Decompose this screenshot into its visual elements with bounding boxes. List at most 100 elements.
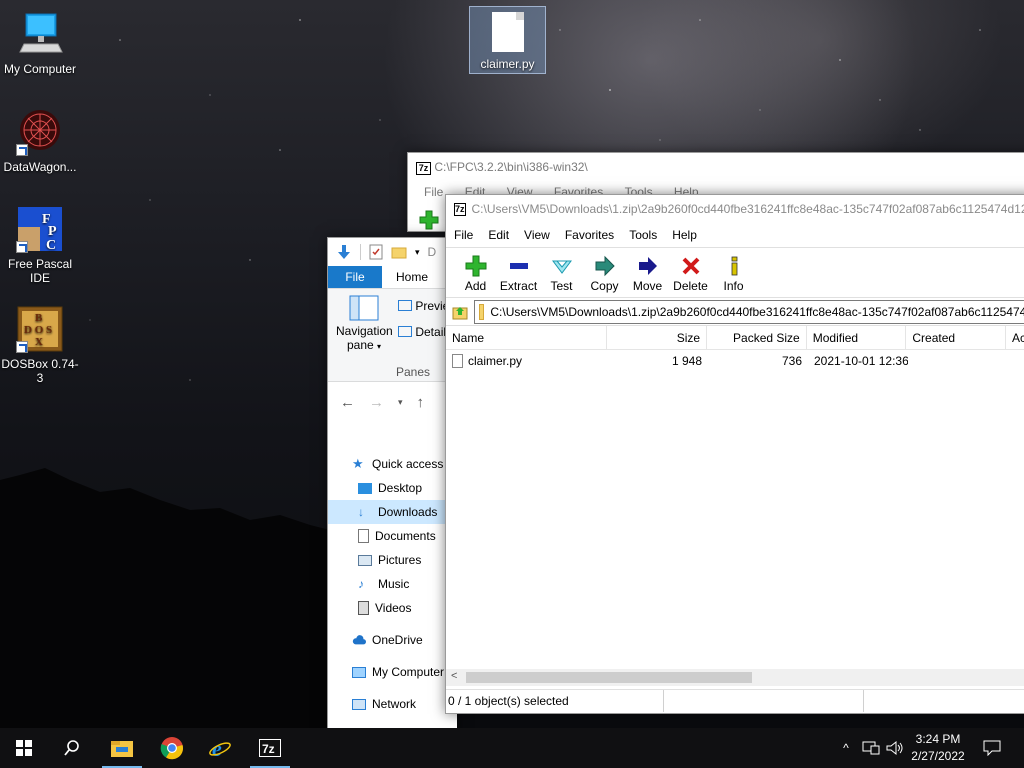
show-hidden-icons-button[interactable]: ^: [836, 728, 856, 768]
taskbar-file-explorer[interactable]: [98, 728, 146, 768]
window-title-bar[interactable]: 7z C:\FPC\3.2.2\bin\i386-win32\: [408, 153, 1024, 183]
tree-item-label: My Computer: [372, 665, 445, 679]
details-pane-button[interactable]: Detail: [398, 325, 446, 339]
pictures-icon: [358, 554, 372, 566]
column-packed-size[interactable]: Packed Size: [707, 325, 807, 350]
column-size[interactable]: Size: [607, 325, 708, 350]
address-bar: C:\Users\VM5\Downloads\1.zip\2a9b260f0cd…: [446, 297, 1024, 325]
info-icon: [731, 256, 737, 276]
tree-item-desktop[interactable]: Desktop: [328, 476, 457, 500]
svg-text:D O S: D O S: [24, 324, 52, 336]
cell-created: [908, 350, 1008, 372]
column-accessed[interactable]: Ac: [1006, 326, 1024, 350]
up-arrow-icon[interactable]: ↑: [417, 394, 425, 411]
delete-button[interactable]: Delete: [669, 255, 712, 297]
move-button[interactable]: Move: [626, 255, 669, 297]
test-button[interactable]: Test: [540, 255, 583, 297]
add-button[interactable]: Add: [454, 255, 497, 297]
tree-item-label: Music: [378, 577, 410, 591]
window-title-bar[interactable]: 7z C:\Users\VM5\Downloads\1.zip\2a9b260f…: [446, 195, 1024, 223]
window-title: C:\Users\VM5\Downloads\1.zip\2a9b260f0cd…: [471, 202, 1024, 216]
tab-home[interactable]: Home: [382, 266, 442, 288]
desktop-icon-free-pascal[interactable]: F P C Free Pascal IDE: [0, 205, 80, 285]
test-label: Test: [550, 279, 573, 293]
tree-item-downloads[interactable]: ↓ Downloads: [328, 500, 457, 524]
computer-icon: [352, 666, 366, 678]
preview-pane-button[interactable]: Previe: [398, 299, 449, 313]
tree-item-onedrive[interactable]: OneDrive: [328, 628, 457, 652]
file-list: Name Size Packed Size Modified Created A…: [446, 325, 1024, 685]
qat-dropdown-icon[interactable]: ▾: [415, 247, 420, 258]
internet-explorer-icon: e: [209, 736, 231, 760]
recent-locations-icon[interactable]: ▾: [398, 397, 403, 408]
tree-item-my-computer[interactable]: My Computer: [328, 660, 457, 684]
menu-file[interactable]: File: [424, 185, 443, 199]
tree-item-pictures[interactable]: Pictures: [328, 548, 457, 572]
menu-help[interactable]: Help: [672, 228, 697, 242]
forward-arrow-icon[interactable]: →: [369, 394, 384, 411]
taskbar-clock[interactable]: 3:24 PM 2/27/2022: [905, 731, 971, 765]
download-arrow-icon[interactable]: [336, 244, 352, 260]
column-created[interactable]: Created: [906, 325, 1007, 350]
test-icon: [551, 260, 572, 274]
scrollbar-thumb[interactable]: [466, 672, 752, 683]
desktop-icon-my-computer[interactable]: My Computer: [0, 10, 80, 76]
start-button[interactable]: [0, 728, 48, 768]
file-name: claimer.py: [468, 354, 523, 368]
network-tray-button[interactable]: [860, 728, 882, 768]
up-folder-icon[interactable]: [452, 304, 468, 320]
navigation-pane-button[interactable]: Navigation pane ▾: [336, 295, 393, 352]
navigation-tree: ★ Quick access Desktop ↓ Downloads Docum…: [328, 422, 457, 716]
folder-icon: [111, 741, 133, 757]
tree-item-documents[interactable]: Documents: [328, 524, 457, 548]
menu-file[interactable]: File: [454, 228, 473, 242]
extract-button[interactable]: Extract: [497, 255, 540, 297]
new-folder-icon[interactable]: [391, 245, 407, 259]
path-input[interactable]: C:\Users\VM5\Downloads\1.zip\2a9b260f0cd…: [474, 299, 1024, 324]
back-arrow-icon[interactable]: ←: [340, 394, 355, 411]
notification-icon: [983, 740, 1001, 756]
tree-item-network[interactable]: Network: [328, 692, 457, 716]
tree-item-quick-access[interactable]: ★ Quick access: [328, 452, 457, 476]
add-label: Add: [464, 279, 487, 293]
volume-tray-button[interactable]: [884, 728, 906, 768]
horizontal-scrollbar[interactable]: <: [446, 669, 1024, 686]
table-row[interactable]: claimer.py 1 948 736 2021-10-01 12:36: [446, 350, 1024, 372]
menu-tools[interactable]: Tools: [629, 228, 657, 242]
menu-favorites[interactable]: Favorites: [565, 228, 614, 242]
tree-item-videos[interactable]: Videos: [328, 596, 457, 620]
shortcut-arrow-icon: [16, 341, 28, 353]
tree-item-music[interactable]: ♪ Music: [328, 572, 457, 596]
tree-item-label: Quick access: [372, 457, 444, 471]
dragged-file[interactable]: claimer.py: [469, 6, 546, 74]
action-center-button[interactable]: [980, 728, 1004, 768]
properties-icon[interactable]: [369, 244, 383, 260]
scroll-left-icon[interactable]: <: [451, 670, 457, 682]
add-icon[interactable]: [418, 209, 440, 231]
taskbar-chrome[interactable]: [148, 728, 196, 768]
menu-edit[interactable]: Edit: [488, 228, 509, 242]
menu-view[interactable]: View: [524, 228, 550, 242]
desktop-icon-datawagon[interactable]: DataWagon...: [0, 108, 80, 174]
clock-time: 3:24 PM: [915, 732, 961, 746]
taskbar-internet-explorer[interactable]: e: [196, 728, 244, 768]
copy-button[interactable]: Copy: [583, 255, 626, 297]
quick-access-toolbar: ▾ D: [328, 238, 457, 266]
tree-item-label: Network: [372, 697, 417, 711]
tab-file[interactable]: File: [328, 266, 382, 288]
desktop-icon-label: DataWagon...: [3, 160, 77, 174]
7zip-file-manager-window[interactable]: 7z C:\Users\VM5\Downloads\1.zip\2a9b260f…: [445, 194, 1024, 714]
file-explorer-window[interactable]: ▾ D File Home Navigation pane ▾ Previe D…: [327, 237, 457, 728]
info-button[interactable]: Info: [712, 255, 755, 297]
column-name[interactable]: Name: [446, 325, 608, 350]
search-button[interactable]: [48, 728, 96, 768]
tree-item-label: Videos: [375, 601, 412, 615]
delete-icon: [682, 257, 699, 275]
folder-icon: [479, 303, 485, 320]
download-arrow-icon: ↓: [358, 505, 364, 519]
taskbar-7zip[interactable]: 7z: [246, 728, 294, 768]
extract-label: Extract: [499, 279, 538, 293]
column-modified[interactable]: Modified: [807, 325, 907, 350]
cell-modified: 2021-10-01 12:36: [814, 354, 908, 368]
desktop-icon-dosbox[interactable]: B D O S X DOSBox 0.74-3: [0, 305, 80, 385]
